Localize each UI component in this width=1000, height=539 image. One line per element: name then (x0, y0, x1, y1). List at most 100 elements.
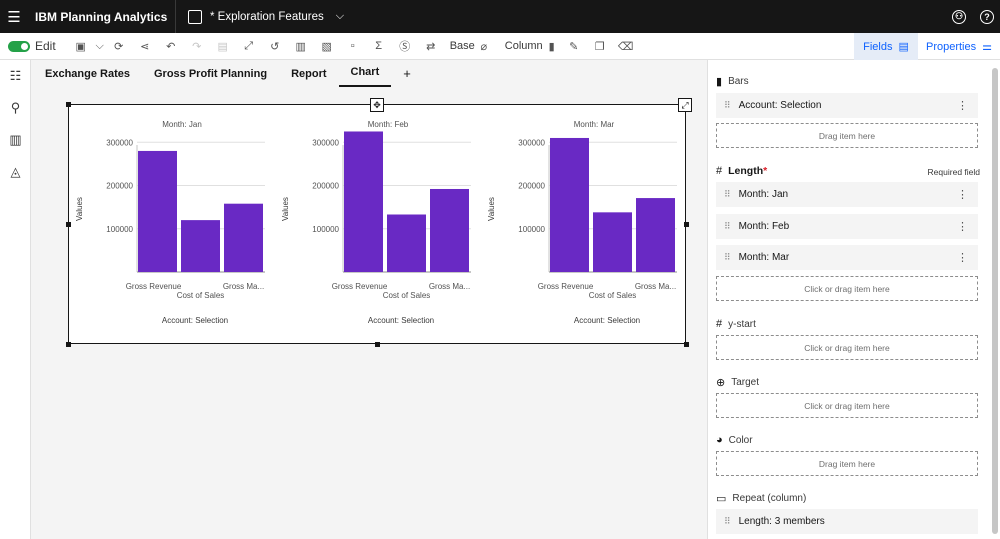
help-icon[interactable]: ? (980, 9, 994, 24)
hash-icon: # (716, 318, 723, 330)
bar (593, 212, 632, 272)
tab-chart[interactable]: Chart (338, 66, 392, 87)
duplicate-icon[interactable]: ❐ (587, 40, 613, 53)
chart-icon[interactable]: ▥ (0, 124, 31, 156)
sliders-icon: ⚌ (982, 41, 992, 53)
overflow-menu-icon[interactable]: ⋮ (957, 99, 968, 112)
tab-report[interactable]: Report (279, 68, 338, 87)
y-tick-label: 100000 (106, 225, 133, 234)
resize-handle[interactable] (375, 342, 380, 347)
reset-icon[interactable]: ↺ (262, 40, 288, 53)
sheet-tabs: Exchange Rates Gross Profit Planning Rep… (31, 60, 707, 87)
tab-properties[interactable]: Properties ⚌ (918, 33, 1000, 60)
x-axis-label: Account: Selection (574, 316, 640, 325)
resize-handle[interactable] (66, 102, 71, 107)
field-item-length-members[interactable]: ⠿ Length: 3 members (716, 509, 978, 534)
properties-label: Properties (925, 40, 977, 53)
drag-handle-icon[interactable]: ⠿ (724, 221, 731, 232)
length-drop-zone[interactable]: Click or drag item here (716, 276, 978, 301)
bar (224, 203, 263, 272)
length-label: Length (728, 165, 764, 177)
undo-icon[interactable]: ↶ (158, 40, 184, 53)
bar-chart-icon[interactable]: ▮ (543, 40, 561, 53)
copy-icon[interactable]: ▤ (210, 40, 236, 53)
drag-handle-icon[interactable]: ⠿ (724, 189, 731, 200)
y-tick-label: 100000 (518, 225, 545, 234)
currency-icon[interactable]: Ⓢ (392, 38, 418, 54)
data-icon[interactable]: ☷ (0, 60, 31, 92)
share-icon[interactable]: ⋖ (132, 40, 158, 53)
field-item-month-feb[interactable]: ⠿ Month: Feb ⋮ (716, 214, 978, 239)
resize-handle[interactable] (66, 342, 71, 347)
chart-container[interactable]: Month: Jan 300000 200000 100000 Gross Revenu… (68, 104, 686, 344)
pin-icon[interactable]: ✎ (561, 40, 587, 53)
export-icon[interactable]: ▧ (314, 40, 340, 53)
field-item-month-jan[interactable]: ⠿ Month: Jan ⋮ (716, 182, 978, 207)
color-section-label: ◕ Color (716, 434, 753, 446)
left-rail: ☷ ⚲ ▥ ◬ (0, 60, 31, 539)
color-drop-zone[interactable]: Drag item here (716, 451, 978, 476)
brand-title: IBM Planning Analytics (35, 9, 168, 24)
base-label[interactable]: Base (450, 40, 475, 52)
chart-title: Month: Jan (162, 120, 202, 129)
resize-handle[interactable] (684, 222, 689, 227)
y-axis-label: Values (487, 197, 496, 221)
edit-toggle[interactable] (8, 40, 30, 52)
sum-icon[interactable]: Σ (366, 40, 392, 52)
target-icon: ⊕ (716, 377, 726, 389)
tab-gross-profit-planning[interactable]: Gross Profit Planning (142, 68, 279, 87)
bars-drop-zone[interactable]: Drag item here (716, 123, 978, 148)
delete-icon[interactable]: ⌫ (613, 40, 639, 53)
expand-icon[interactable]: ⤢ (678, 98, 692, 112)
y-tick-label: 200000 (518, 182, 545, 191)
overflow-menu-icon[interactable]: ⋮ (957, 188, 968, 201)
move-icon[interactable]: ✥ (370, 98, 384, 112)
overflow-menu-icon[interactable]: ⋮ (957, 251, 968, 264)
field-item-month-mar[interactable]: ⠿ Month: Mar ⋮ (716, 245, 978, 270)
overflow-menu-icon[interactable]: ⋮ (957, 220, 968, 233)
pin-icon[interactable]: ⚲ (0, 92, 31, 124)
tab-fields[interactable]: Fields ▤ (854, 33, 918, 60)
field-item-label: Month: Feb (738, 221, 790, 232)
thermometer-icon[interactable]: ⌀ (475, 40, 493, 53)
drag-handle-icon[interactable]: ⠿ (724, 516, 731, 527)
column-label[interactable]: Column (505, 40, 543, 52)
target-section-label: ⊕ Target (716, 376, 759, 389)
ystart-label: y-start (728, 318, 756, 330)
format-icon[interactable]: ▥ (288, 40, 314, 53)
y-tick-label: 200000 (106, 182, 133, 191)
resize-handle[interactable] (66, 222, 71, 227)
bars-label: Bars (728, 76, 749, 87)
x-tick-label: Gross Ma... (223, 282, 264, 291)
scrollbar[interactable] (992, 68, 998, 534)
chevron-down-icon[interactable]: ⌵ (94, 40, 106, 53)
menu-icon[interactable]: ☰ (0, 8, 28, 26)
field-item-account[interactable]: ⠿ Account: Selection ⋮ (716, 93, 978, 118)
refresh-icon[interactable]: ⟳ (106, 40, 132, 53)
target-label: Target (731, 377, 760, 388)
repeat-icon: ▭ (716, 493, 727, 505)
drag-handle-icon[interactable]: ⠿ (724, 100, 731, 111)
number-format-icon[interactable]: ▫ (340, 40, 366, 52)
resize-handle[interactable] (684, 342, 689, 347)
toolbar: Edit ▣ ⌵ ⟳ ⋖ ↶ ↷ ▤ ⤢ ↺ ▥ ▧ ▫ Σ Ⓢ ⇄ Base … (0, 33, 1000, 60)
save-icon[interactable]: ▣ (68, 40, 94, 53)
document-title[interactable]: * Exploration Features (210, 11, 324, 23)
y-axis-label: Values (281, 197, 290, 221)
chevron-down-icon[interactable]: ⌵ (336, 10, 344, 23)
y-tick-label: 200000 (312, 182, 339, 191)
chart-title: Month: Mar (574, 120, 615, 129)
add-tab-button[interactable]: + (391, 66, 423, 87)
redo-icon[interactable]: ↷ (184, 40, 210, 53)
y-tick-label: 300000 (106, 138, 133, 147)
repeat-label: Repeat (column) (732, 493, 807, 504)
required-field-label: Required field (927, 167, 980, 177)
shapes-icon[interactable]: ◬ (0, 156, 31, 188)
target-drop-zone[interactable]: Click or drag item here (716, 393, 978, 418)
drag-handle-icon[interactable]: ⠿ (724, 252, 731, 263)
user-icon[interactable]: ⚇ (952, 9, 966, 24)
swap-icon[interactable]: ⇄ (418, 40, 444, 53)
expand-icon[interactable]: ⤢ (236, 40, 262, 53)
tab-exchange-rates[interactable]: Exchange Rates (33, 68, 142, 87)
ystart-drop-zone[interactable]: Click or drag item here (716, 335, 978, 360)
